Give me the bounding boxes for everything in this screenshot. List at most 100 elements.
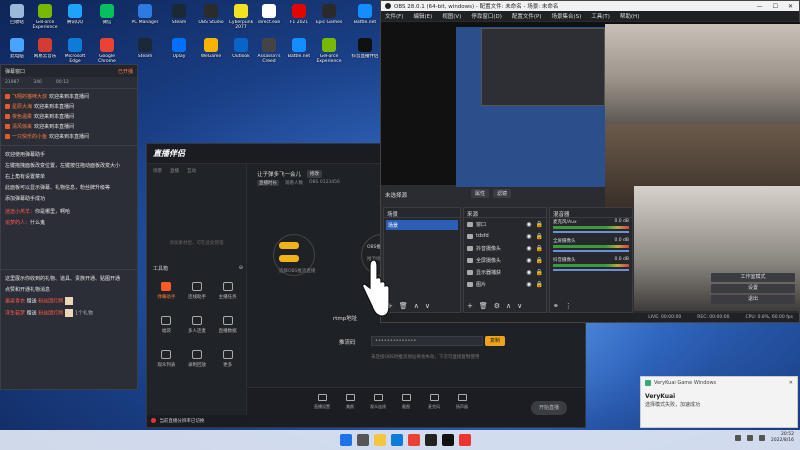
menu-item[interactable]: 工具(T) bbox=[591, 12, 610, 20]
menu-item[interactable]: 编辑(E) bbox=[413, 12, 432, 20]
desktop-icon[interactable]: Cyberpunk 2077 bbox=[226, 2, 256, 36]
desktop-icon[interactable]: F1 2021 bbox=[284, 2, 314, 36]
menu-item[interactable]: 停靠窗口(D) bbox=[471, 12, 502, 20]
link-icon[interactable]: ⚭ bbox=[553, 302, 559, 310]
tool-item[interactable]: 主播任务 bbox=[212, 280, 243, 308]
up-icon[interactable]: ∧ bbox=[506, 302, 511, 310]
eye-icon[interactable]: ◉ bbox=[526, 269, 531, 276]
toolbox-collapse-icon[interactable]: ⊖ bbox=[239, 265, 243, 272]
bottom-tool[interactable]: 美颜 bbox=[339, 388, 361, 427]
danmaku-panel[interactable]: 弹幕窗口 已开播 21987 346 00:12 飞翔的猫咪大叔 欢迎来到本直播间… bbox=[0, 64, 138, 390]
scene-item[interactable]: 场景 bbox=[386, 220, 458, 230]
lock-icon[interactable]: 🔒 bbox=[536, 281, 543, 288]
volume-icon[interactable] bbox=[758, 435, 765, 441]
eye-icon[interactable]: ◉ bbox=[526, 233, 531, 240]
desktop-icon[interactable]: PC Manager bbox=[130, 2, 160, 36]
bottom-tool[interactable]: 直播设置 bbox=[311, 388, 333, 427]
volume-slider[interactable] bbox=[553, 250, 629, 252]
sources-dock[interactable]: 来源 窗口 ◉ 🔒 tdsfd ◉ 🔒 抖音摄像头 ◉ 🔒 全屏摄像头 ◉ 🔒 显示器捕获 ◉ 🔒 图片 ◉ 🔒 … bbox=[463, 207, 547, 313]
volume-slider[interactable] bbox=[553, 231, 629, 233]
chevron-up-icon[interactable] bbox=[734, 435, 741, 441]
source-item[interactable]: tdsfd ◉ 🔒 bbox=[464, 230, 546, 242]
lock-icon[interactable]: 🔒 bbox=[536, 233, 543, 240]
control-button[interactable]: 工作室模式 bbox=[711, 273, 795, 282]
more-icon[interactable]: ⋮ bbox=[565, 302, 572, 310]
app-icon[interactable] bbox=[459, 434, 471, 446]
trash-icon[interactable]: 🗑 bbox=[399, 302, 408, 310]
menu-item[interactable]: 场景集合(S) bbox=[551, 12, 581, 20]
source-item[interactable]: 抖音摄像头 ◉ 🔒 bbox=[464, 242, 546, 254]
stream-key-field[interactable]: •••••••••••••• bbox=[371, 336, 483, 346]
scenes-dock[interactable]: 场景 场景 + 🗑 ∧ ∨ bbox=[383, 207, 461, 313]
tab-scene[interactable]: 场景 bbox=[153, 168, 162, 174]
start-icon[interactable] bbox=[340, 434, 352, 446]
desktop-icon[interactable]: 腾讯QQ bbox=[60, 2, 90, 36]
eye-icon[interactable]: ◉ bbox=[526, 221, 531, 228]
file-explorer-icon[interactable] bbox=[374, 434, 386, 446]
eye-icon[interactable]: ◉ bbox=[526, 257, 531, 264]
trash-icon[interactable]: 🗑 bbox=[479, 302, 488, 310]
bottom-tool[interactable]: 观众连线 bbox=[367, 388, 389, 427]
douyin-icon[interactable] bbox=[442, 434, 454, 446]
desktop-icon[interactable]: Steam bbox=[164, 2, 194, 36]
lock-icon[interactable]: 🔒 bbox=[536, 257, 543, 264]
source-item[interactable]: 窗口 ◉ 🔒 bbox=[464, 218, 546, 230]
tool-item[interactable]: 更多 bbox=[212, 348, 243, 376]
obs-preview[interactable] bbox=[381, 22, 800, 207]
lock-icon[interactable]: 🔒 bbox=[536, 245, 543, 252]
properties-button[interactable]: 属性 bbox=[471, 189, 490, 198]
desktop-icon[interactable]: direct.exe bbox=[254, 2, 284, 36]
close-icon[interactable]: ✕ bbox=[789, 380, 793, 386]
notification-toast[interactable]: VeryKuai Game Windows ✕ VeryKuai 选择模式失败，… bbox=[640, 376, 798, 428]
copy-key-button[interactable]: 复制 bbox=[485, 336, 505, 346]
desktop-icon[interactable]: 微信 bbox=[92, 2, 122, 36]
desktop-icon[interactable]: GeForce Experience bbox=[314, 36, 344, 70]
desktop-icon[interactable]: OBS Studio bbox=[196, 2, 226, 36]
desktop-icon[interactable]: Battle.net bbox=[284, 36, 314, 70]
source-item[interactable]: 图片 ◉ 🔒 bbox=[464, 278, 546, 290]
bottom-tool[interactable]: 麦克风 bbox=[423, 388, 445, 427]
tab-interact[interactable]: 互动 bbox=[187, 168, 196, 174]
tab-live[interactable]: 直播 bbox=[170, 168, 179, 174]
start-live-button[interactable]: 开始直播 bbox=[531, 401, 567, 415]
menu-item[interactable]: 配置文件(P) bbox=[512, 12, 542, 20]
desktop-icon[interactable]: 抖音直播伴侣 bbox=[350, 36, 380, 70]
lock-icon[interactable]: 🔒 bbox=[536, 221, 543, 228]
desktop-icon[interactable]: WeGame bbox=[196, 36, 226, 70]
down-icon[interactable]: ∨ bbox=[425, 302, 430, 310]
node-obs-select[interactable]: 选择OBS推流直播 bbox=[279, 242, 315, 274]
edit-title-button[interactable]: 修改 bbox=[307, 170, 323, 178]
bottom-tool[interactable]: 截图 bbox=[395, 388, 417, 427]
desktop-icon[interactable]: Uplay bbox=[164, 36, 194, 70]
control-button[interactable]: 退出 bbox=[711, 295, 795, 304]
obs-titlebar[interactable]: OBS 28.0.1 (64-bit, windows) - 配置文件: 未命名… bbox=[381, 1, 799, 11]
gear-icon[interactable]: ⚙ bbox=[494, 302, 500, 310]
control-button[interactable]: 设置 bbox=[711, 284, 795, 293]
volume-slider[interactable] bbox=[553, 269, 629, 271]
down-icon[interactable]: ∨ bbox=[517, 302, 522, 310]
eye-icon[interactable]: ◉ bbox=[526, 281, 531, 288]
edge-icon[interactable] bbox=[391, 434, 403, 446]
add-icon[interactable]: + bbox=[467, 302, 473, 310]
maximize-icon[interactable]: ☐ bbox=[773, 3, 778, 10]
menu-item[interactable]: 视图(V) bbox=[442, 12, 461, 20]
obs-window[interactable]: OBS 28.0.1 (64-bit, windows) - 配置文件: 未命名… bbox=[380, 0, 800, 323]
close-icon[interactable]: ✕ bbox=[788, 3, 793, 10]
desktop-icon[interactable]: 回收站 bbox=[2, 2, 32, 36]
tool-item[interactable]: 福袋 bbox=[151, 314, 182, 342]
lock-icon[interactable]: 🔒 bbox=[536, 269, 543, 276]
tool-item[interactable]: 直播数据 bbox=[212, 314, 243, 342]
desktop-icon[interactable]: Assassin's Creed bbox=[254, 36, 284, 70]
eye-icon[interactable]: ◉ bbox=[526, 245, 531, 252]
desktop-icon[interactable]: Outlook bbox=[226, 36, 256, 70]
menu-item[interactable]: 文件(F) bbox=[385, 12, 403, 20]
desktop-icon[interactable]: Epic Games bbox=[314, 2, 344, 36]
clock[interactable]: 20:52 2022/8/16 bbox=[771, 432, 794, 444]
obs-icon[interactable] bbox=[425, 434, 437, 446]
tool-item[interactable]: 连线助手 bbox=[182, 280, 213, 308]
mixer-dock[interactable]: 混音器 麦克风/Aux 0.0 dB 全屏摄像头 0.0 dB 抖音摄像头 0.0 dB … bbox=[549, 207, 633, 313]
source-item[interactable]: 全屏摄像头 ◉ 🔒 bbox=[464, 254, 546, 266]
chrome-icon[interactable] bbox=[408, 434, 420, 446]
filters-button[interactable]: 滤镜 bbox=[493, 189, 512, 198]
tool-item[interactable]: 多人连麦 bbox=[182, 314, 213, 342]
